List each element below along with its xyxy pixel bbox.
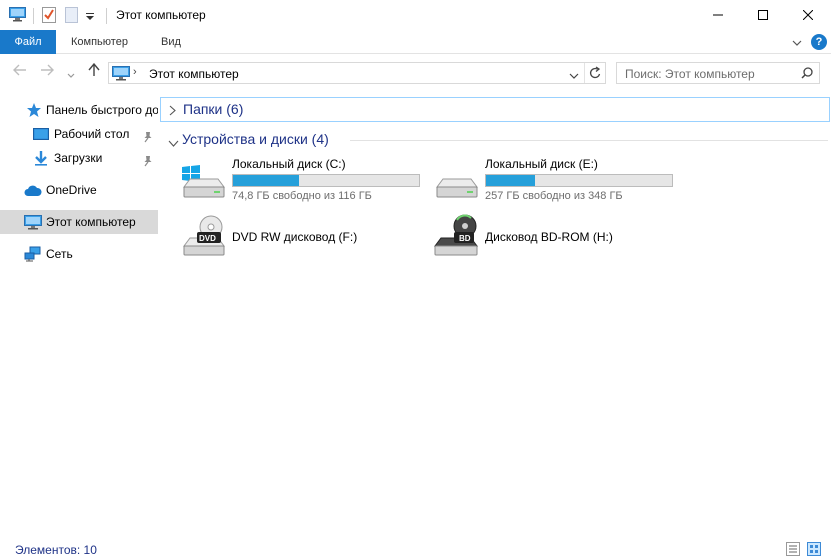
hard-drive-icon	[434, 157, 480, 204]
computer-icon	[112, 66, 130, 84]
star-icon	[26, 102, 42, 122]
drive-usage-fill	[233, 175, 300, 186]
sidebar-item-label: Сеть	[46, 247, 73, 261]
navigation-bar: › Этот компьютер Поиск: Этот компьютер	[0, 55, 831, 90]
back-arrow-icon[interactable]	[13, 64, 27, 79]
forward-arrow-icon[interactable]	[40, 64, 54, 79]
drive-badge: DVD	[199, 234, 216, 243]
tab-view[interactable]: Вид	[149, 30, 193, 54]
search-icon[interactable]	[801, 67, 813, 82]
group-header-folders[interactable]: Папки (6)	[160, 97, 830, 122]
network-icon	[24, 246, 42, 266]
group-divider	[350, 140, 828, 141]
navigation-pane: Панель быстрого доступа Рабочий стол Заг…	[0, 90, 158, 530]
drive-usage-bar	[485, 174, 673, 187]
help-icon[interactable]: ?	[811, 34, 827, 50]
drive-free-space: 74,8 ГБ свободно из 116 ГБ	[232, 190, 372, 202]
search-placeholder: Поиск: Этот компьютер	[625, 67, 755, 81]
drive-usage-bar	[232, 174, 420, 187]
divider	[584, 63, 585, 83]
pin-icon[interactable]	[143, 151, 153, 170]
drive-name: Локальный диск (E:)	[485, 157, 598, 171]
search-input[interactable]: Поиск: Этот компьютер	[616, 62, 820, 84]
divider	[106, 8, 107, 24]
maximize-button[interactable]	[740, 0, 786, 30]
minimize-icon	[713, 14, 723, 16]
tab-computer[interactable]: Компьютер	[59, 30, 140, 54]
sidebar-item-label: Загрузки	[54, 151, 103, 165]
large-icons-view-icon[interactable]	[807, 542, 821, 559]
sidebar-item-desktop[interactable]: Рабочий стол	[0, 122, 158, 146]
group-header-devices[interactable]: Устройства и диски (4)	[160, 128, 830, 153]
close-icon	[803, 10, 813, 20]
bd-drive-icon	[434, 214, 480, 261]
chevron-down-icon[interactable]	[569, 69, 579, 83]
drive-free-space: 257 ГБ свободно из 348 ГБ	[485, 190, 623, 202]
minimize-button[interactable]	[695, 0, 741, 30]
ribbon: Файл Компьютер Вид ?	[0, 30, 831, 54]
group-title: Папки (6)	[183, 101, 244, 117]
desktop-icon	[33, 126, 49, 146]
windows-drive-icon	[181, 157, 227, 204]
drive-name: Дисковод BD-ROM (H:)	[485, 230, 613, 244]
group-title: Устройства и диски (4)	[182, 131, 329, 147]
pin-icon[interactable]	[143, 127, 153, 146]
close-button[interactable]	[785, 0, 831, 30]
downloads-icon	[33, 150, 49, 170]
chevron-right-icon[interactable]	[169, 105, 176, 119]
window-title: Этот компьютер	[116, 8, 206, 22]
sidebar-item-quick-access[interactable]: Панель быстрого доступа	[0, 98, 158, 122]
address-bar[interactable]: › Этот компьютер	[108, 62, 606, 84]
item-count: Элементов: 10	[15, 543, 97, 557]
drive-c[interactable]: Локальный диск (C:) 74,8 ГБ свободно из …	[181, 157, 431, 207]
details-view-icon[interactable]	[786, 542, 800, 559]
breadcrumb-chevron-icon[interactable]: ›	[133, 66, 137, 78]
customize-toolbar-icon[interactable]	[86, 10, 94, 24]
drive-name: DVD RW дисковод (F:)	[232, 230, 358, 244]
tab-file[interactable]: Файл	[0, 30, 56, 54]
sidebar-item-onedrive[interactable]: OneDrive	[0, 178, 158, 202]
drive-h[interactable]: BD Дисковод BD-ROM (H:)	[434, 214, 684, 264]
status-bar: Элементов: 10	[0, 538, 831, 560]
sidebar-item-label: OneDrive	[46, 183, 97, 197]
drive-name: Локальный диск (C:)	[232, 157, 346, 171]
sidebar-item-label: Этот компьютер	[46, 215, 136, 229]
divider	[33, 8, 34, 24]
up-arrow-icon[interactable]	[88, 62, 100, 80]
properties-icon[interactable]	[42, 7, 56, 26]
drive-f[interactable]: DVD DVD RW дисковод (F:)	[181, 214, 431, 264]
title-bar: Этот компьютер	[0, 0, 831, 30]
sidebar-item-downloads[interactable]: Загрузки	[0, 146, 158, 170]
chevron-down-icon[interactable]	[168, 136, 179, 150]
cloud-icon	[24, 182, 42, 202]
computer-icon	[24, 214, 42, 234]
refresh-icon[interactable]	[589, 66, 602, 83]
sidebar-item-network[interactable]: Сеть	[0, 242, 158, 266]
recent-locations-icon[interactable]	[67, 68, 75, 82]
drive-usage-fill	[486, 175, 535, 186]
breadcrumb[interactable]: Этот компьютер	[149, 67, 239, 81]
computer-icon[interactable]	[9, 7, 26, 25]
sidebar-item-label: Панель быстрого доступа	[46, 103, 158, 117]
drive-e[interactable]: Локальный диск (E:) 257 ГБ свободно из 3…	[434, 157, 684, 207]
sidebar-item-label: Рабочий стол	[54, 127, 130, 141]
sidebar-item-this-pc[interactable]: Этот компьютер	[0, 210, 158, 234]
drive-badge: BD	[459, 234, 471, 243]
chevron-down-icon[interactable]	[792, 36, 802, 50]
new-folder-icon[interactable]	[65, 7, 78, 26]
maximize-icon	[758, 10, 768, 20]
